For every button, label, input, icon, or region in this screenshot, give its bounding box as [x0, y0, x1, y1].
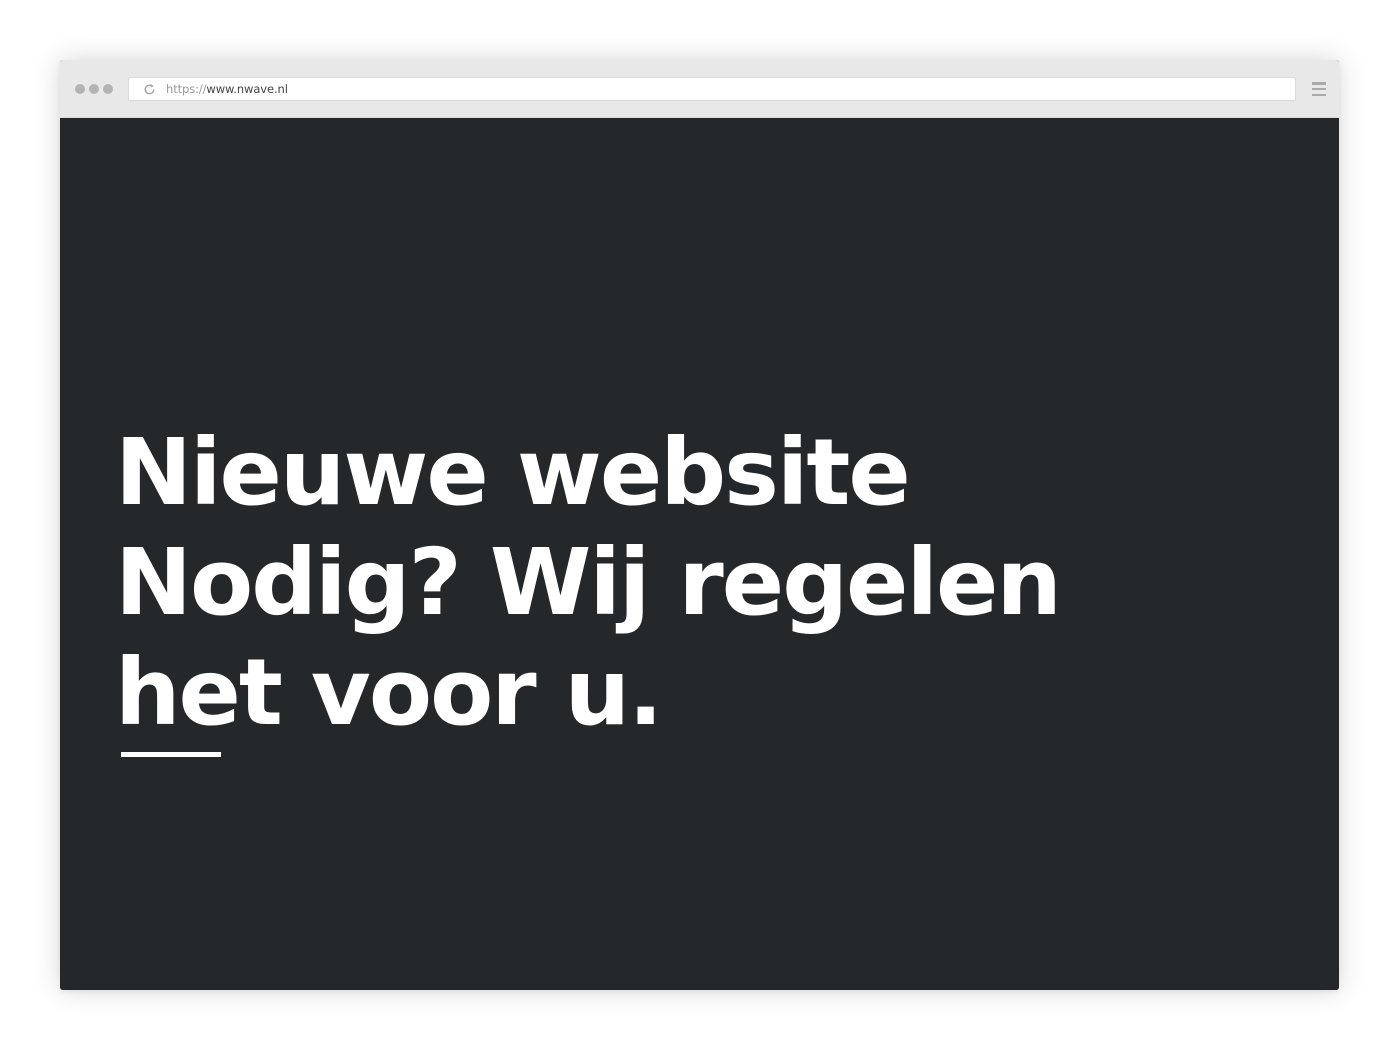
hero-underline-accent	[121, 752, 221, 757]
reload-icon[interactable]	[142, 82, 156, 96]
window-controls	[75, 84, 113, 94]
hero-line-1: Nieuwe website	[115, 419, 911, 526]
address-url[interactable]: https://www.nwave.nl	[166, 82, 288, 96]
browser-titlebar: https://www.nwave.nl	[60, 60, 1339, 118]
page-viewport: Nieuwe website Nodig? Wij regelen het vo…	[60, 118, 1339, 990]
hero-line-2: Nodig? Wij regelen	[115, 529, 1062, 636]
hero-headline: Nieuwe website Nodig? Wij regelen het vo…	[115, 418, 1075, 748]
url-scheme: https://	[166, 82, 207, 96]
browser-window: https://www.nwave.nl Nieuwe website Nodi…	[60, 60, 1339, 990]
url-host: www.nwave.nl	[206, 82, 288, 96]
window-maximize-dot-icon[interactable]	[103, 84, 113, 94]
window-close-dot-icon[interactable]	[75, 84, 85, 94]
hamburger-menu-icon[interactable]	[1312, 82, 1326, 96]
window-minimize-dot-icon[interactable]	[89, 84, 99, 94]
hero-line-3: het voor u.	[115, 639, 663, 746]
address-bar[interactable]: https://www.nwave.nl	[128, 77, 1296, 101]
